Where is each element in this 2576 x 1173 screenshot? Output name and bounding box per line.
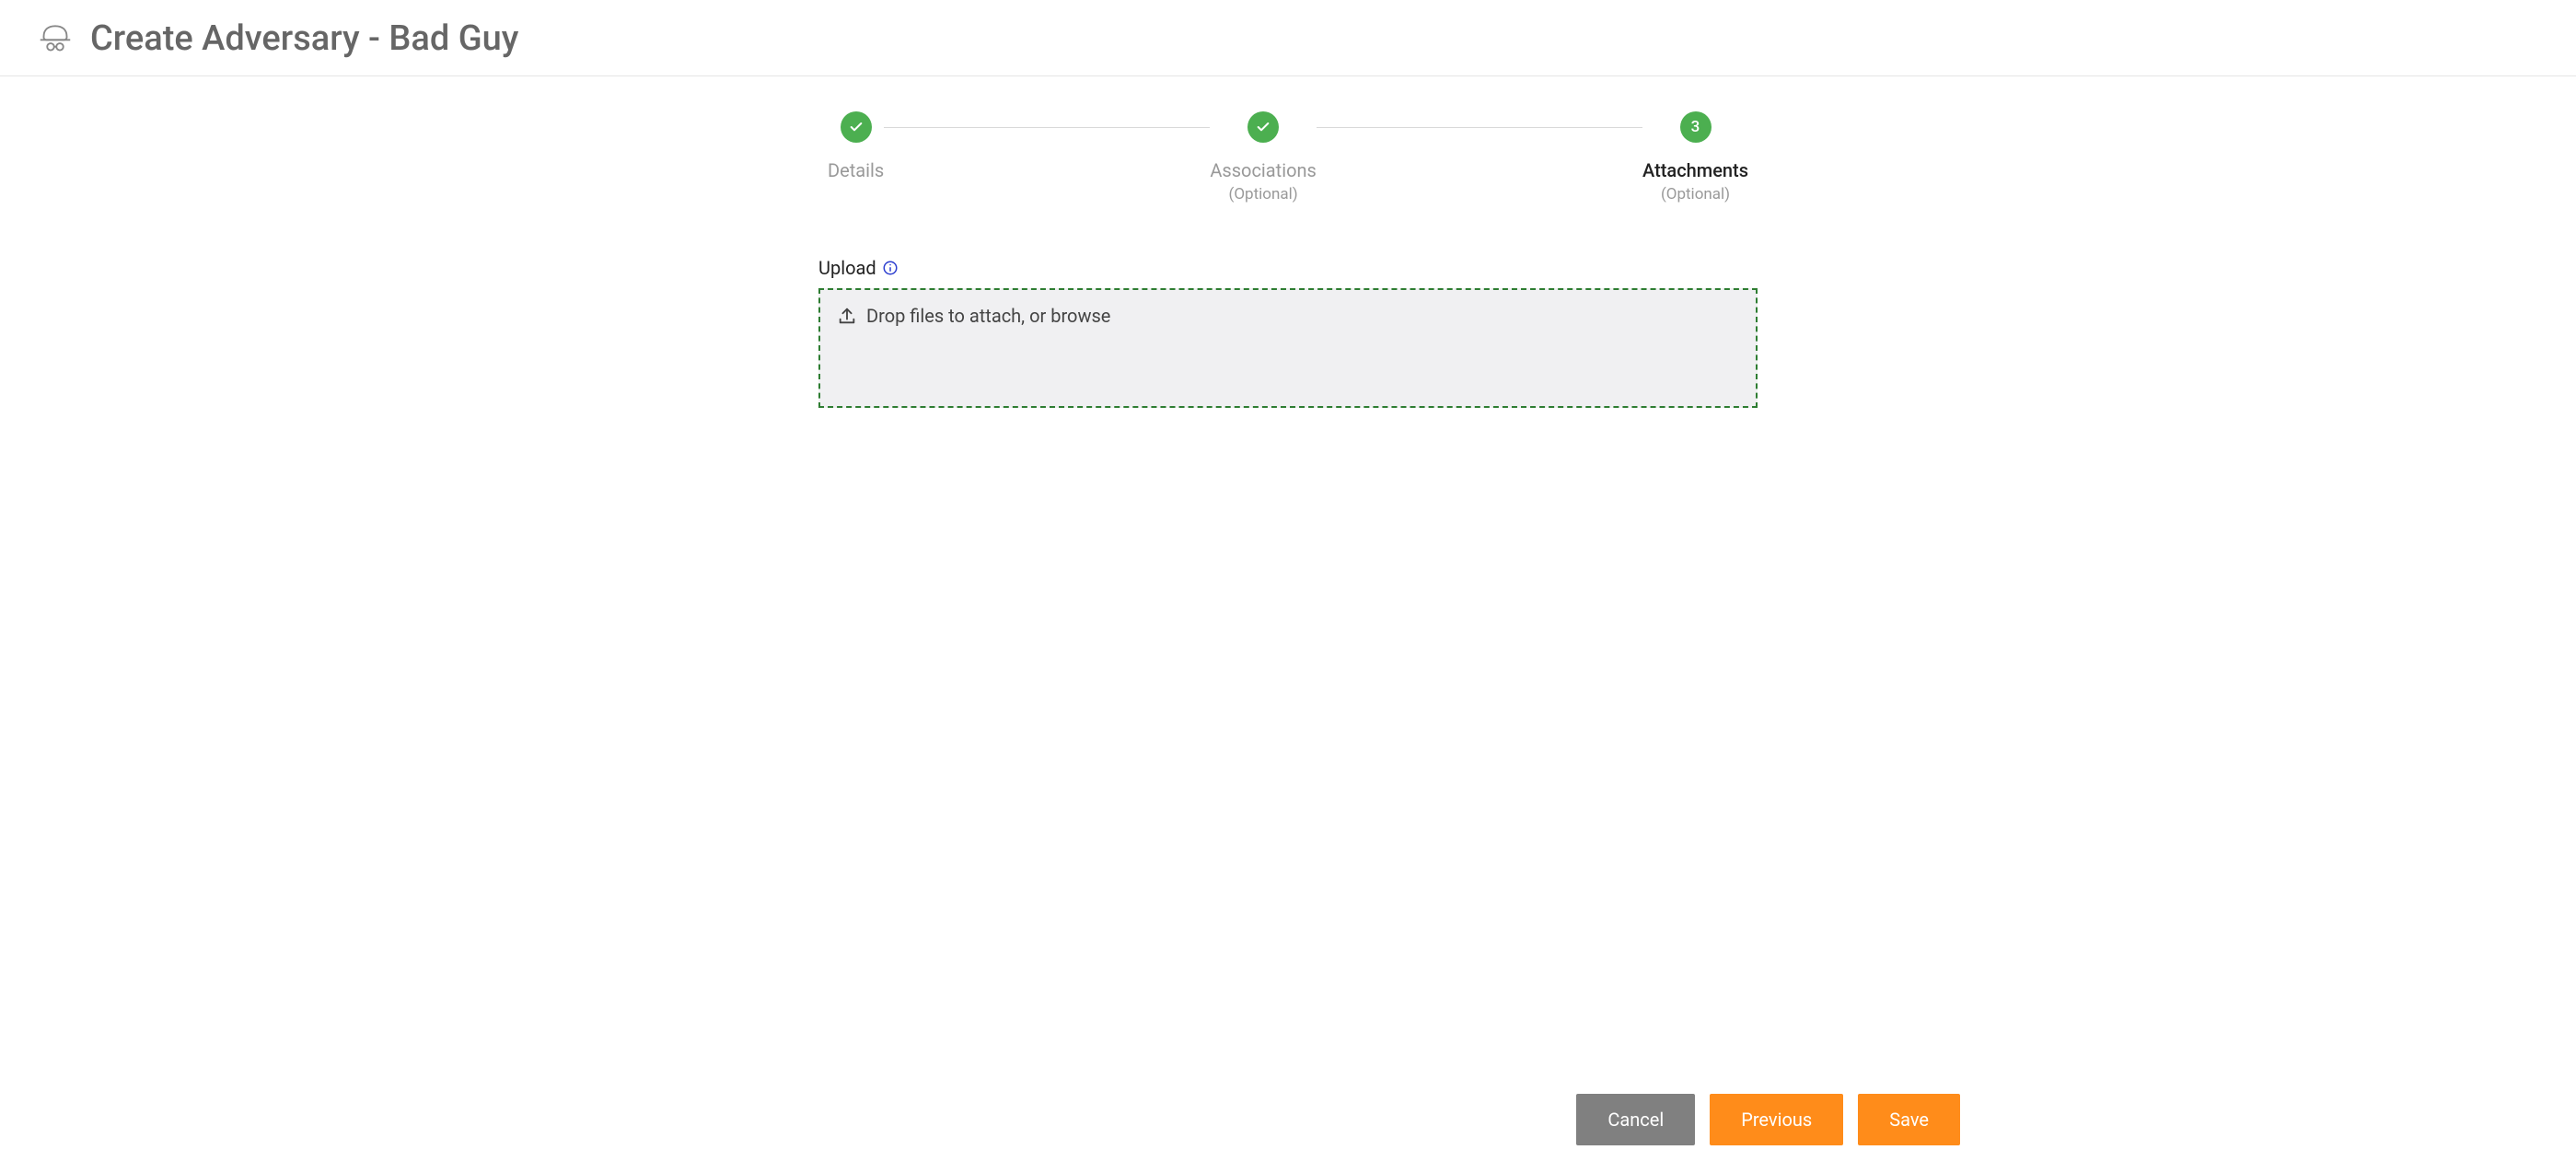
upload-label: Upload xyxy=(818,257,876,279)
step-details[interactable]: Details xyxy=(828,111,884,181)
info-icon[interactable] xyxy=(882,260,899,276)
previous-button[interactable]: Previous xyxy=(1710,1094,1843,1145)
step-connector xyxy=(884,127,1210,128)
save-button[interactable]: Save xyxy=(1858,1094,1960,1145)
step-done-icon xyxy=(841,111,872,143)
upload-icon xyxy=(837,306,857,326)
step-label: Details xyxy=(828,159,884,181)
step-connector xyxy=(1317,127,1642,128)
step-sublabel: (Optional) xyxy=(1661,185,1730,203)
step-associations[interactable]: Associations (Optional) xyxy=(1210,111,1317,203)
adversary-icon xyxy=(37,20,74,57)
cancel-button[interactable]: Cancel xyxy=(1576,1094,1695,1145)
page-title: Create Adversary - Bad Guy xyxy=(90,18,518,59)
step-done-icon xyxy=(1247,111,1279,143)
step-number: 3 xyxy=(1680,111,1712,143)
wizard-stepper: Details Associations (Optional) 3 Attach… xyxy=(828,111,1748,203)
wizard-button-row: Cancel Previous Save xyxy=(579,1094,1997,1145)
step-label: Attachments xyxy=(1642,159,1748,181)
page-header: Create Adversary - Bad Guy xyxy=(0,0,2576,76)
upload-label-row: Upload xyxy=(818,257,1758,279)
step-attachments[interactable]: 3 Attachments (Optional) xyxy=(1642,111,1748,203)
file-dropzone[interactable]: Drop files to attach, or browse xyxy=(818,288,1758,408)
step-sublabel: (Optional) xyxy=(1229,185,1298,203)
step-label: Associations xyxy=(1210,159,1317,181)
dropzone-text: Drop files to attach, or browse xyxy=(866,305,1110,327)
